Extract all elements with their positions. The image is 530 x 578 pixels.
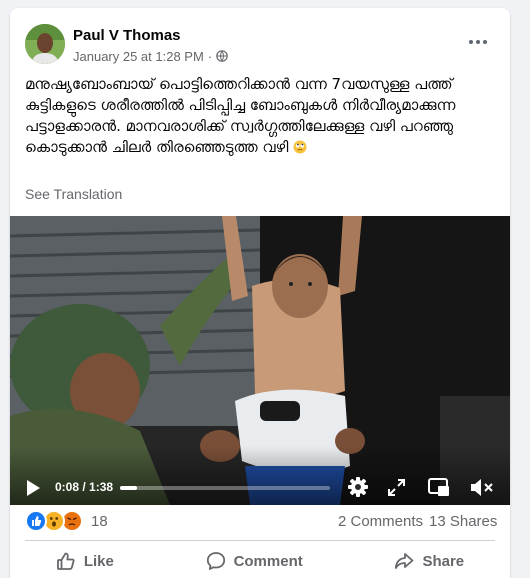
more-dot — [469, 40, 473, 44]
like-button[interactable]: Like — [56, 544, 114, 578]
reaction-count: 18 — [91, 512, 108, 530]
like-reaction-icon — [25, 510, 47, 532]
video-controls: 0:08 / 1:38 — [10, 470, 510, 505]
comment-button[interactable]: Comment — [206, 544, 303, 578]
thumbs-up-icon — [56, 551, 76, 571]
progress-bar[interactable] — [120, 486, 330, 490]
actions-divider — [25, 540, 495, 541]
post-text: മനുഷ്യബോംബായ് പൊട്ടിത്തെറിക്കാൻ വന്ന 7വയ… — [25, 74, 500, 158]
share-arrow-icon — [394, 551, 414, 571]
volume-muted-icon[interactable] — [470, 478, 494, 497]
comment-label: Comment — [233, 552, 303, 570]
settings-gear-icon[interactable] — [348, 477, 368, 497]
post-actions: Like Comment Share — [10, 544, 510, 578]
progress-fill — [120, 486, 138, 490]
more-options-button[interactable] — [460, 30, 496, 54]
comments-count[interactable]: 2 Comments — [338, 513, 423, 530]
video-frame — [10, 216, 510, 505]
fullscreen-icon[interactable] — [388, 479, 405, 496]
share-label: Share — [422, 552, 465, 570]
meta-separator: · — [207, 48, 213, 64]
shares-count[interactable]: 13 Shares — [429, 513, 497, 530]
video-time: 0:08 / 1:38 — [55, 480, 114, 494]
post-date[interactable]: January 25 at 1:28 PM — [73, 49, 204, 64]
globe-icon — [216, 50, 228, 62]
see-translation-link[interactable]: See Translation — [25, 186, 122, 202]
share-button[interactable]: Share — [394, 544, 464, 578]
reactions-summary[interactable]: 18 — [25, 510, 108, 532]
post-body: മനുഷ്യബോംബായ് പൊട്ടിത്തെറിക്കാൻ വന്ന 7വയ… — [25, 75, 461, 156]
rolling-eyes-emoji-icon — [293, 139, 307, 154]
video-player[interactable]: 0:08 / 1:38 — [10, 216, 510, 505]
author-name[interactable]: Paul V Thomas — [73, 27, 181, 44]
avatar[interactable] — [25, 24, 65, 64]
like-label: Like — [83, 552, 114, 570]
engagement-stats: 18 2 Comments 13 Shares — [10, 505, 510, 535]
comment-bubble-icon — [206, 551, 226, 571]
pip-icon[interactable] — [428, 478, 450, 497]
more-dot — [476, 40, 480, 44]
play-icon[interactable] — [25, 479, 41, 497]
more-dot — [483, 40, 487, 44]
post-card: Paul V Thomas January 25 at 1:28 PM · മന… — [10, 8, 510, 578]
post-header: Paul V Thomas January 25 at 1:28 PM · — [10, 8, 510, 68]
post-meta: January 25 at 1:28 PM · — [73, 48, 228, 64]
